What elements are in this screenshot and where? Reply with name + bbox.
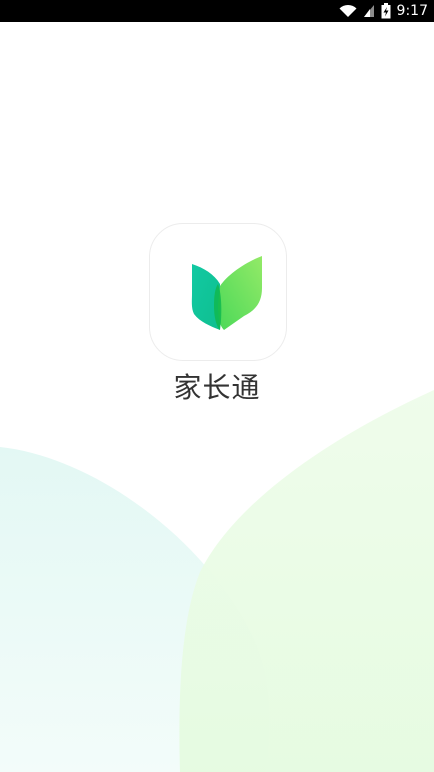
signal-icon [363,5,374,17]
battery-charging-icon [381,3,391,19]
app-logo [149,223,287,361]
right-wave [179,390,434,772]
status-time: 9:17 [396,3,428,19]
app-name: 家长通 [173,371,261,404]
open-book-icon [191,256,262,330]
status-icons [339,0,391,22]
wifi-icon [339,4,357,17]
status-bar: 9:17 [0,0,434,22]
